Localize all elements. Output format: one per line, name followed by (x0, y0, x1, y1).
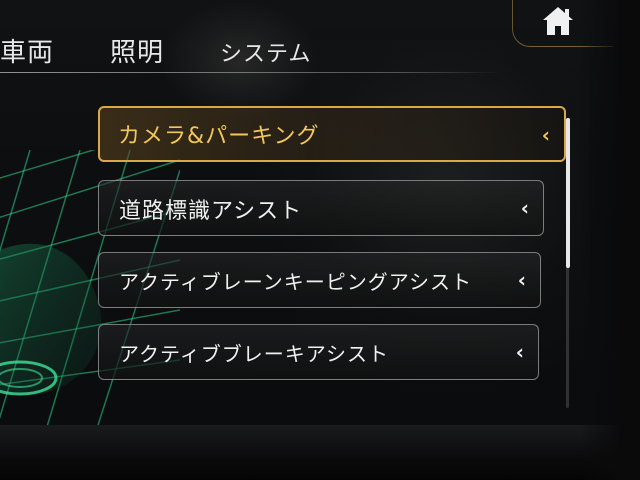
scrollbar-thumb[interactable] (566, 118, 570, 268)
menu-item-label: アクティブブレーキアシスト (119, 342, 389, 366)
menu-item-active-lane-keeping-assist[interactable]: アクティブレーンキーピングアシスト ‹ (98, 252, 541, 308)
chevron-left-icon: ‹ (520, 196, 529, 220)
tab-lighting[interactable]: 照明 (110, 32, 164, 69)
menu-item-active-brake-assist[interactable]: アクティブブレーキアシスト ‹ (98, 324, 539, 380)
tab-system[interactable]: システム (220, 36, 311, 68)
tab-vehicle[interactable]: 車両 (0, 32, 54, 69)
chevron-left-icon: ‹ (517, 268, 526, 292)
chevron-left-icon: ‹ (541, 123, 550, 147)
nav-divider (0, 72, 500, 73)
menu-item-label: カメラ&パーキング (118, 124, 320, 149)
screen-bezel-right (580, 0, 640, 480)
menu-item-label: 道路標識アシスト (119, 199, 303, 224)
infotainment-screen: 車両 照明 システム カメラ&パーキング ‹ 道路標識アシスト ‹ アクティブレ… (0, 0, 640, 430)
home-icon[interactable] (540, 4, 576, 38)
menu-item-road-sign-assist[interactable]: 道路標識アシスト ‹ (98, 180, 544, 236)
top-navigation: 車両 照明 システム (0, 20, 520, 72)
menu-item-label: アクティブレーンキーピングアシスト (119, 270, 472, 294)
screen-bezel-bottom (0, 425, 640, 480)
chevron-left-icon: ‹ (515, 340, 524, 364)
menu-item-camera-parking[interactable]: カメラ&パーキング ‹ (98, 106, 566, 162)
